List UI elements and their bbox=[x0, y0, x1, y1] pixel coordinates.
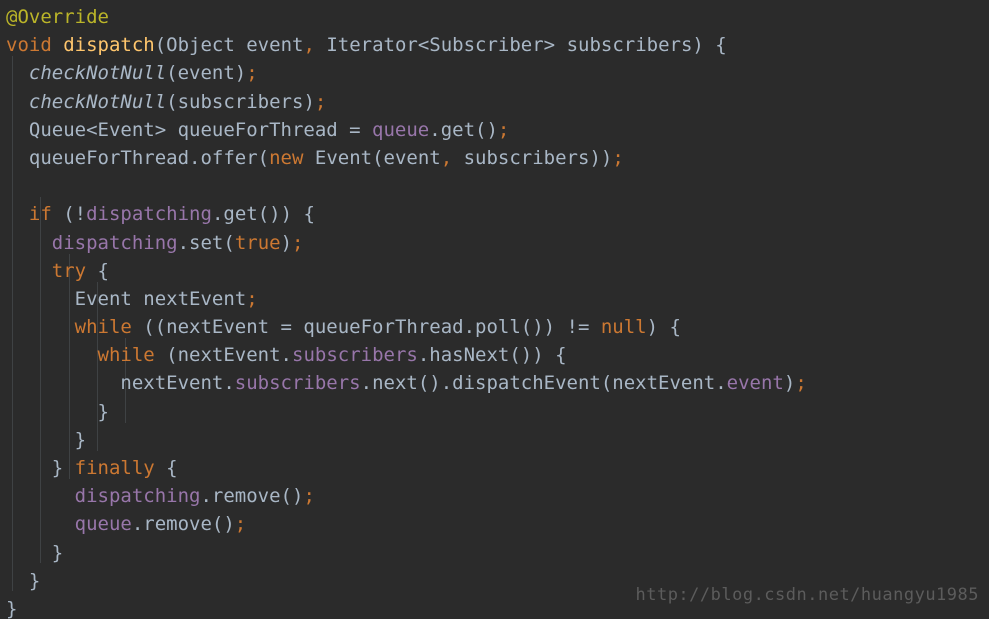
code-token: ; bbox=[795, 372, 807, 395]
code-token: try bbox=[51, 259, 87, 282]
code-token: ) { bbox=[646, 316, 681, 339]
code-token: Iterator<Subscriber> subscribers) { bbox=[314, 34, 727, 57]
code-token: , bbox=[303, 34, 315, 57]
code-token: .get()) { bbox=[211, 203, 315, 226]
code-token: subscribers bbox=[234, 372, 361, 395]
code-token: (subscribers) bbox=[166, 90, 315, 113]
code-token: } bbox=[6, 569, 41, 592]
code-line: queue.remove(); bbox=[0, 510, 989, 538]
code-token: (Object event bbox=[154, 34, 304, 57]
code-token: ; bbox=[612, 146, 624, 169]
code-token: finally bbox=[74, 457, 155, 479]
code-token: { bbox=[86, 259, 109, 282]
code-line: dispatching.set(true); bbox=[0, 229, 989, 257]
code-line: if (!dispatching.get()) { bbox=[0, 200, 989, 228]
code-line: } bbox=[0, 539, 989, 567]
code-token: (nextEvent. bbox=[154, 344, 292, 367]
code-token: Event(event bbox=[303, 146, 441, 169]
code-token: nextEvent. bbox=[6, 372, 235, 395]
code-token: .remove() bbox=[200, 485, 304, 508]
code-token: } bbox=[6, 457, 75, 479]
code-token: Event nextEvent bbox=[6, 287, 247, 310]
code-token: .remove() bbox=[131, 513, 235, 536]
code-line: } bbox=[0, 398, 989, 426]
code-token: { bbox=[154, 457, 178, 479]
code-token: true bbox=[234, 231, 281, 254]
code-token: ; bbox=[303, 485, 315, 508]
code-token: .next().dispatchEvent(nextEvent. bbox=[360, 372, 727, 395]
code-line: Queue<Event> queueForThread = queue.get(… bbox=[0, 116, 989, 144]
code-token: @Override bbox=[6, 6, 109, 28]
code-token: ) bbox=[783, 372, 796, 395]
code-token: .hasNext()) { bbox=[417, 344, 567, 367]
code-token: ; bbox=[246, 287, 258, 310]
code-line: @Override bbox=[0, 3, 989, 31]
code-token: queueForThread.offer( bbox=[6, 146, 270, 169]
code-token: dispatch bbox=[63, 34, 155, 57]
code-token: if bbox=[28, 203, 52, 226]
code-line: queueForThread.offer(new Event(event, su… bbox=[0, 144, 989, 172]
code-token: ; bbox=[246, 62, 258, 85]
code-line: dispatching.remove(); bbox=[0, 482, 989, 510]
code-token: event bbox=[726, 372, 784, 395]
code-block[interactable]: @Override void dispatch(Object event, Ite… bbox=[0, 0, 989, 619]
code-token: dispatching bbox=[74, 485, 201, 508]
code-token: } bbox=[6, 541, 64, 564]
code-token: ; bbox=[497, 118, 510, 141]
code-token: dispatching bbox=[51, 231, 178, 254]
code-token: ; bbox=[234, 513, 247, 536]
code-line: } finally { bbox=[0, 454, 989, 482]
code-line: nextEvent.subscribers.next().dispatchEve… bbox=[0, 369, 989, 397]
code-token: (event) bbox=[166, 62, 247, 85]
code-token: } bbox=[6, 400, 109, 423]
code-line: while (nextEvent.subscribers.hasNext()) … bbox=[0, 341, 989, 369]
code-token: null bbox=[600, 316, 647, 339]
code-token: while bbox=[97, 344, 155, 367]
code-token: checkNotNull bbox=[28, 62, 167, 85]
code-line: checkNotNull(event); bbox=[0, 59, 989, 87]
code-token: void bbox=[6, 34, 52, 57]
code-token: ; bbox=[314, 90, 327, 113]
code-token: ) bbox=[280, 231, 293, 254]
code-token: .get() bbox=[429, 118, 498, 141]
code-line: try { bbox=[0, 257, 989, 285]
code-token: new bbox=[269, 146, 304, 169]
code-token: (! bbox=[51, 203, 87, 226]
code-line: checkNotNull(subscribers); bbox=[0, 88, 989, 116]
code-token: Queue<Event> queueForThread = bbox=[6, 118, 373, 141]
code-line: void dispatch(Object event, Iterator<Sub… bbox=[0, 31, 989, 59]
code-token: .set( bbox=[177, 231, 235, 254]
code-token: dispatching bbox=[86, 203, 212, 226]
code-line: } bbox=[0, 426, 989, 454]
code-token: checkNotNull bbox=[28, 90, 167, 113]
code-token: , bbox=[440, 146, 453, 169]
code-line: Event nextEvent; bbox=[0, 285, 989, 313]
code-line: while ((nextEvent = queueForThread.poll(… bbox=[0, 313, 989, 341]
code-token: queue bbox=[372, 118, 430, 141]
code-token: ; bbox=[292, 231, 304, 254]
code-token: while bbox=[74, 316, 132, 339]
code-token: ((nextEvent = queueForThread.poll()) != bbox=[131, 316, 601, 339]
code-token: subscribers)) bbox=[452, 146, 613, 169]
watermark-url: http://blog.csdn.net/huangyu1985 bbox=[635, 584, 979, 605]
code-editor-pane[interactable]: @Override void dispatch(Object event, Ite… bbox=[0, 0, 989, 619]
code-token: subscribers bbox=[292, 344, 418, 367]
code-token: } bbox=[6, 597, 18, 619]
code-token: } bbox=[6, 428, 87, 451]
code-token: queue bbox=[74, 513, 132, 536]
